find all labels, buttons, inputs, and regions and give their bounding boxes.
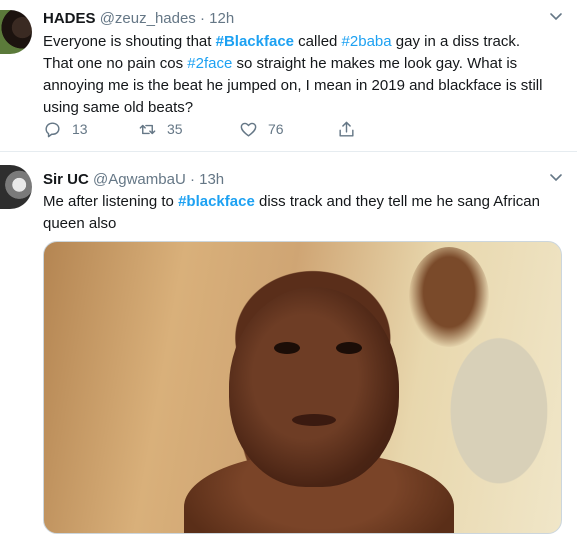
timestamp[interactable]: 13h (199, 171, 224, 188)
eye (274, 342, 300, 354)
hashtag-link[interactable]: #2baba (342, 33, 392, 50)
heart-icon (240, 122, 257, 137)
hashtag-link[interactable]: #2face (187, 55, 232, 72)
timestamp[interactable]: 12h (209, 10, 234, 27)
avatar[interactable] (0, 10, 32, 54)
display-name[interactable]: Sir UC (43, 171, 89, 188)
tweet-header: Sir UC @AgwambaU · 13h (43, 170, 224, 190)
avatar[interactable] (0, 165, 32, 209)
retweet-icon (139, 124, 156, 134)
user-handle[interactable]: @AgwambaU (93, 171, 186, 188)
display-name[interactable]: HADES (43, 10, 96, 27)
reply-icon (45, 121, 60, 137)
child-face (229, 287, 399, 487)
reply-count: 13 (72, 121, 88, 137)
background-child (409, 247, 489, 347)
user-handle[interactable]: @zeuz_hades (100, 10, 196, 27)
share-icon (339, 121, 354, 137)
chevron-down-icon[interactable] (547, 171, 565, 185)
retweet-count: 35 (167, 121, 183, 137)
tweet-text: Me after listening to #blackface diss tr… (43, 191, 553, 235)
tweet-text-segment: Everyone is shouting that (43, 33, 216, 50)
tweet-actions: 13 35 76 (43, 118, 383, 140)
like-button[interactable]: 76 (239, 118, 284, 140)
retweet-button[interactable]: 35 (138, 118, 183, 140)
tweet-text: Everyone is shouting that #Blackface cal… (43, 31, 553, 119)
eye (336, 342, 362, 354)
separator-dot: · (199, 10, 205, 27)
hashtag-link[interactable]: #blackface (178, 193, 255, 210)
chevron-down-icon[interactable] (547, 10, 565, 24)
tweet[interactable]: Sir UC @AgwambaU · 13h Me after listenin… (0, 153, 577, 544)
mouth (292, 414, 336, 426)
hashtag-link[interactable]: #Blackface (216, 33, 294, 50)
tweet-text-segment: Me after listening to (43, 193, 179, 210)
share-button[interactable] (337, 118, 366, 140)
tweet-header: HADES @zeuz_hades · 12h (43, 9, 234, 29)
tweet-image[interactable] (43, 241, 562, 534)
reply-button[interactable]: 13 (43, 118, 88, 140)
separator-dot: · (189, 171, 195, 188)
tweet-text-segment: called (294, 33, 342, 50)
like-count: 76 (268, 121, 284, 137)
tweet[interactable]: HADES @zeuz_hades · 12h Everyone is shou… (0, 0, 577, 152)
